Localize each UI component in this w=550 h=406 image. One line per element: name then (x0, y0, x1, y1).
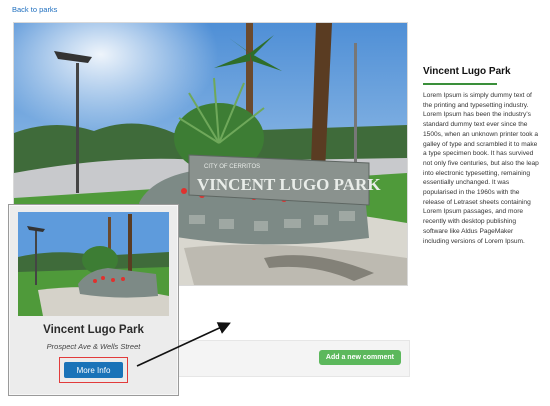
comments-bar: Add a new comment (176, 340, 410, 377)
more-info-highlight: More Info (59, 357, 128, 383)
sign-top-text: CITY OF CERRITOS (204, 164, 260, 170)
back-to-parks-link[interactable]: Back to parks (12, 5, 57, 14)
card-title: Vincent Lugo Park (43, 324, 144, 336)
park-description-text: Lorem Ipsum is simply dummy text of the … (423, 92, 539, 245)
card-photo-illustration (18, 212, 169, 316)
more-info-button[interactable]: More Info (64, 362, 123, 378)
sign-park-name: VINCENT LUGO PARK (197, 175, 381, 194)
card-address: Prospect Ave & Wells Street (46, 342, 141, 351)
add-comment-button[interactable]: Add a new comment (318, 350, 401, 365)
park-title: Vincent Lugo Park (423, 66, 511, 85)
card-photo (18, 212, 169, 316)
park-description: Vincent Lugo Park Lorem Ipsum is simply … (423, 66, 541, 246)
park-card: Vincent Lugo Park Prospect Ave & Wells S… (8, 204, 179, 396)
